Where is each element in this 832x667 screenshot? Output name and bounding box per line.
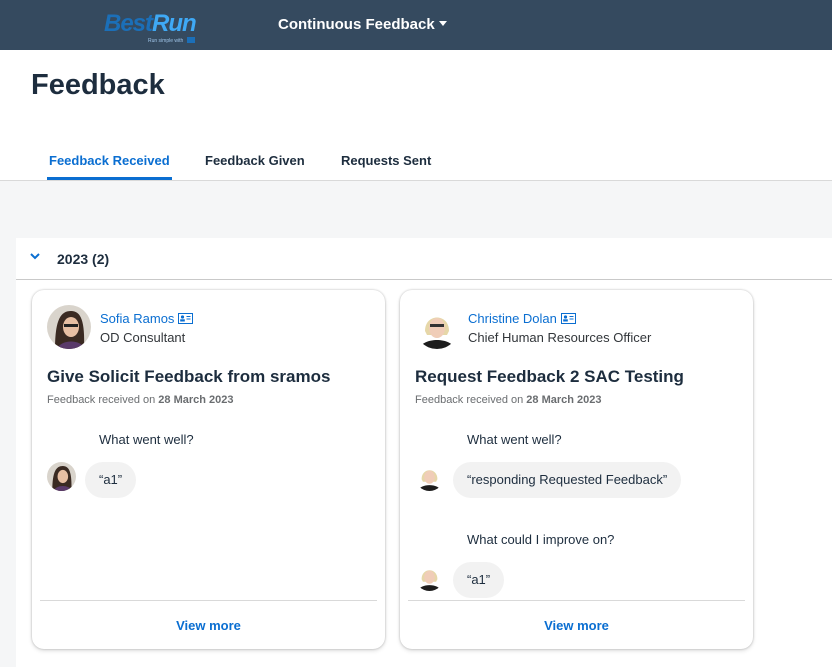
page-header: Feedback Feedback Received Feedback Give… xyxy=(0,50,832,181)
feedback-title: Request Feedback 2 SAC Testing xyxy=(415,367,684,386)
caret-down-icon xyxy=(438,20,447,26)
person-role: OD Consultant xyxy=(100,330,186,345)
app-title-label: Continuous Feedback xyxy=(278,16,435,33)
received-date: Feedback received on 28 March 2023 xyxy=(47,394,234,406)
feedback-title: Give Solicit Feedback from sramos xyxy=(47,367,331,386)
chevron-down-icon xyxy=(30,253,40,260)
person-name-link[interactable]: Christine Dolan xyxy=(468,311,576,326)
answer-bubble: “a1” xyxy=(85,462,137,498)
card-divider xyxy=(40,600,377,601)
avatar xyxy=(47,462,76,491)
answer-bubble: “responding Requested Feedback” xyxy=(453,462,682,498)
contact-card-icon[interactable] xyxy=(560,313,576,325)
avatar xyxy=(415,562,444,591)
contact-card-icon[interactable] xyxy=(178,313,194,325)
question-label: What could I improve on? xyxy=(467,532,615,547)
received-date: Feedback received on 28 March 2023 xyxy=(415,394,602,406)
year-group-label: 2023 (2) xyxy=(57,251,110,267)
view-more-link[interactable]: View more xyxy=(400,618,753,633)
tab-feedback-received[interactable]: Feedback Received xyxy=(49,153,170,168)
avatar[interactable] xyxy=(415,305,459,349)
avatar[interactable] xyxy=(47,305,91,349)
bestrun-logo[interactable]: BestRun Run simple with xyxy=(104,8,197,46)
active-tab-indicator xyxy=(47,177,172,180)
person-role: Chief Human Resources Officer xyxy=(468,330,652,345)
question-label: What went well? xyxy=(99,432,194,447)
app-title-menu[interactable]: Continuous Feedback xyxy=(278,16,447,33)
tab-feedback-given[interactable]: Feedback Given xyxy=(205,153,305,168)
feedback-card: Christine Dolan Chief Human Resources Of… xyxy=(400,290,753,649)
avatar xyxy=(415,462,444,491)
answer-bubble: “a1” xyxy=(453,562,505,598)
page-title: Feedback xyxy=(31,69,165,101)
year-group-toggle[interactable]: 2023 (2) xyxy=(16,238,832,280)
card-divider xyxy=(408,600,745,601)
tab-requests-sent[interactable]: Requests Sent xyxy=(341,153,431,168)
feedback-card: Sofia Ramos OD Consultant Give Solicit F… xyxy=(32,290,385,649)
view-more-link[interactable]: View more xyxy=(32,618,385,633)
person-name-link[interactable]: Sofia Ramos xyxy=(100,311,194,326)
question-label: What went well? xyxy=(467,432,562,447)
shell-bar: BestRun Run simple with Continuous Feedb… xyxy=(0,0,832,50)
